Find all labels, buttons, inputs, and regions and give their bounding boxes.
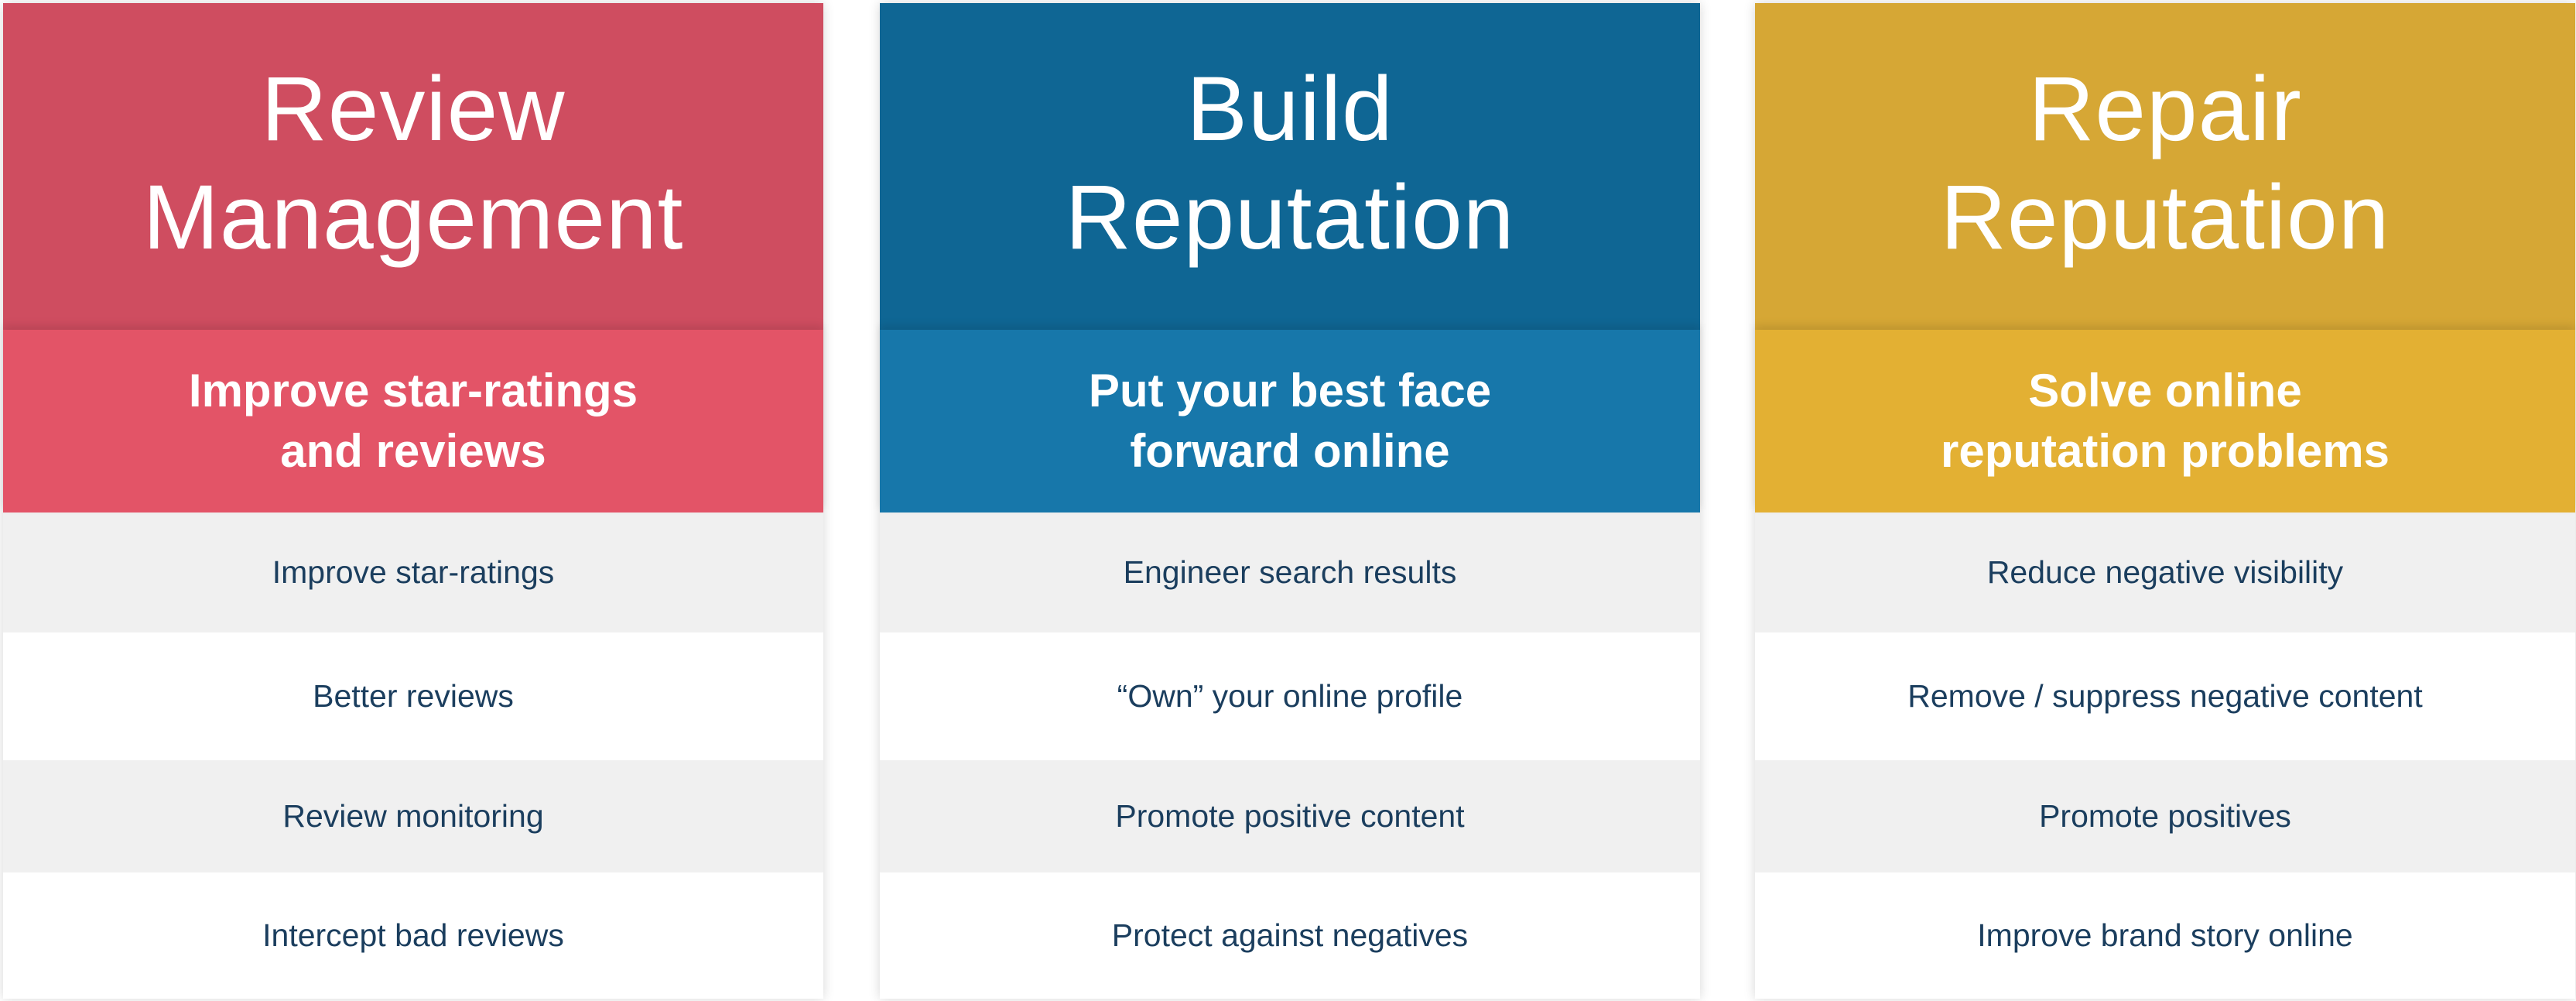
- card-header: Build Reputation: [880, 3, 1700, 330]
- review-management-card: Review Management Improve star-ratings a…: [3, 3, 823, 999]
- card-title-line: Management: [142, 166, 684, 269]
- feature-list: Reduce negative visibility Remove / supp…: [1755, 512, 2575, 999]
- card-subtitle-band: Improve star-ratings and reviews: [3, 330, 823, 512]
- list-item: Improve star-ratings: [3, 512, 823, 632]
- list-item: “Own” your online profile: [880, 632, 1700, 760]
- list-item: Promote positives: [1755, 760, 2575, 872]
- card-title: Repair Reputation: [1941, 55, 2390, 272]
- card-title-line: Reputation: [1065, 166, 1515, 269]
- card-title-line: Repair: [2028, 58, 2302, 160]
- list-item: Engineer search results: [880, 512, 1700, 632]
- card-subtitle-line: Put your best face: [1088, 365, 1492, 417]
- repair-reputation-card: Repair Reputation Solve online reputatio…: [1755, 3, 2575, 999]
- card-header: Repair Reputation: [1755, 3, 2575, 330]
- list-item: Intercept bad reviews: [3, 872, 823, 999]
- card-header: Review Management: [3, 3, 823, 330]
- card-subtitle-line: Solve online: [2028, 365, 2302, 417]
- card-subtitle: Solve online reputation problems: [1941, 361, 2390, 482]
- card-title-line: Build: [1186, 58, 1394, 160]
- feature-list: Improve star-ratings Better reviews Revi…: [3, 512, 823, 999]
- build-reputation-card: Build Reputation Put your best face forw…: [880, 3, 1700, 999]
- card-subtitle-line: and reviews: [280, 425, 546, 477]
- feature-list: Engineer search results “Own” your onlin…: [880, 512, 1700, 999]
- card-title: Review Management: [143, 55, 684, 272]
- card-subtitle-line: reputation problems: [1940, 425, 2390, 477]
- card-subtitle: Put your best face forward online: [1089, 361, 1491, 482]
- card-subtitle-line: Improve star-ratings: [188, 365, 638, 417]
- card-title-line: Reputation: [1940, 166, 2390, 269]
- list-item: Improve brand story online: [1755, 872, 2575, 999]
- card-subtitle-band: Put your best face forward online: [880, 330, 1700, 512]
- card-subtitle-band: Solve online reputation problems: [1755, 330, 2575, 512]
- card-subtitle: Improve star-ratings and reviews: [189, 361, 638, 482]
- card-title-line: Review: [261, 58, 566, 160]
- card-subtitle-line: forward online: [1130, 425, 1450, 477]
- list-item: Remove / suppress negative content: [1755, 632, 2575, 760]
- list-item: Review monitoring: [3, 760, 823, 872]
- list-item: Better reviews: [3, 632, 823, 760]
- card-title: Build Reputation: [1066, 55, 1515, 272]
- list-item: Protect against negatives: [880, 872, 1700, 999]
- list-item: Promote positive content: [880, 760, 1700, 872]
- list-item: Reduce negative visibility: [1755, 512, 2575, 632]
